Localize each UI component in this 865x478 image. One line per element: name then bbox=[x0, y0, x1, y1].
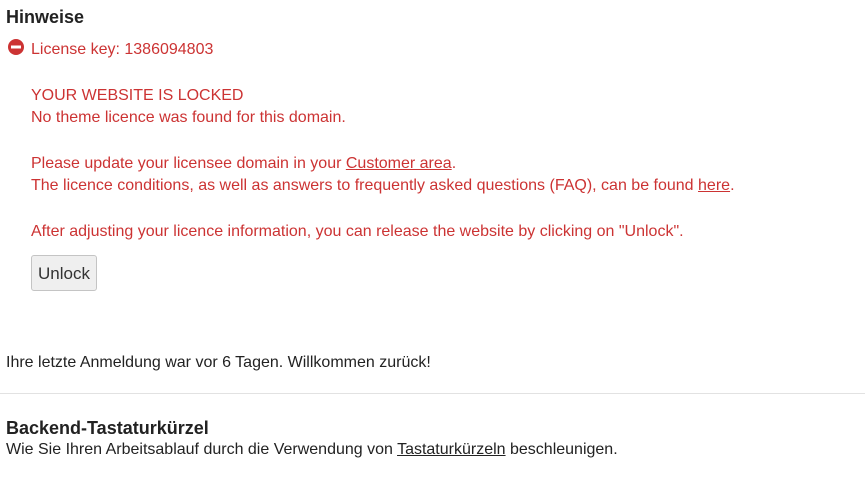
last-login-text: Ihre letzte Anmeldung war vor 6 Tagen. W… bbox=[6, 354, 431, 371]
update-suffix: . bbox=[451, 155, 457, 172]
shortcuts-title: Backend-Tastaturkürzel bbox=[6, 418, 209, 438]
dashboard-panel: Hinweise License key: 1386094803 YOUR WE… bbox=[0, 0, 865, 458]
section-title: Hinweise bbox=[6, 7, 85, 27]
conditions-suffix: . bbox=[730, 177, 735, 194]
shortcuts-text: Wie Sie Ihren Arbeitsablauf durch die Ve… bbox=[6, 439, 618, 461]
license-key-text: License key: 1386094803 bbox=[31, 41, 214, 58]
faq-here-link[interactable]: here bbox=[698, 177, 730, 194]
error-stop-icon bbox=[8, 39, 24, 55]
divider bbox=[0, 393, 865, 394]
unlock-button[interactable]: Unlock bbox=[31, 255, 97, 291]
shortcuts-link[interactable]: Tastaturkürzeln bbox=[397, 441, 506, 458]
shortcuts-section: Backend-Tastaturkürzel Wie Sie Ihren Arb… bbox=[6, 417, 618, 461]
conditions-prefix: The licence conditions, as well as answe… bbox=[31, 177, 699, 194]
update-prefix: Please update your licensee domain in yo… bbox=[31, 155, 346, 172]
license-notice: License key: 1386094803 YOUR WEBSITE IS … bbox=[6, 39, 858, 291]
after-adjusting-text: After adjusting your licence information… bbox=[31, 223, 684, 240]
shortcuts-prefix: Wie Sie Ihren Arbeitsablauf durch die Ve… bbox=[6, 441, 398, 458]
locked-title: YOUR WEBSITE IS LOCKED bbox=[31, 87, 244, 104]
conditions-text: The licence conditions, as well as answe… bbox=[31, 175, 858, 197]
customer-area-link[interactable]: Customer area bbox=[346, 155, 452, 172]
update-domain-text: Please update your licensee domain in yo… bbox=[31, 153, 858, 175]
no-licence-text: No theme licence was found for this doma… bbox=[31, 109, 346, 126]
shortcuts-suffix: beschleunigen. bbox=[505, 441, 618, 458]
notice-body: License key: 1386094803 YOUR WEBSITE IS … bbox=[31, 39, 858, 291]
